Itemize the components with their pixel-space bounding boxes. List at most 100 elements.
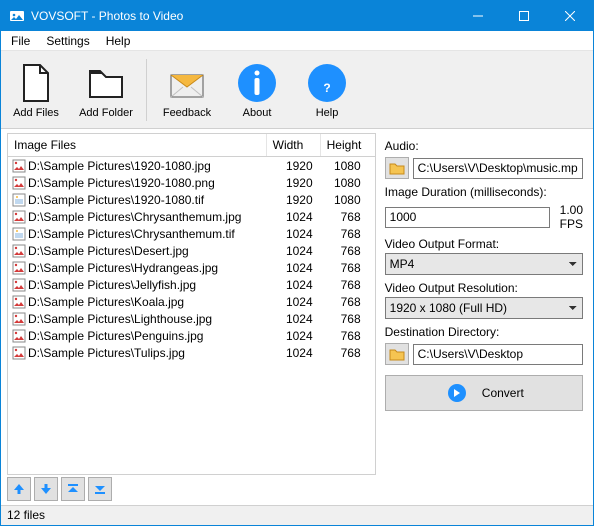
audio-label: Audio: — [385, 139, 583, 153]
duration-input[interactable] — [385, 207, 550, 228]
table-row[interactable]: D:\Sample Pictures\Tulips.jpg1024768 — [8, 344, 375, 361]
close-button[interactable] — [547, 1, 593, 31]
file-path: D:\Sample Pictures\Chrysanthemum.jpg — [28, 210, 277, 224]
image-file-icon — [12, 295, 26, 309]
destination-input[interactable] — [413, 344, 583, 365]
resolution-select[interactable]: 1920 x 1080 (Full HD) — [385, 297, 583, 319]
fps-label: 1.00 FPS — [560, 203, 583, 231]
table-row[interactable]: D:\Sample Pictures\Penguins.jpg1024768 — [8, 327, 375, 344]
file-width: 1920 — [277, 159, 325, 173]
folder-icon — [84, 61, 128, 105]
file-height: 768 — [325, 227, 371, 241]
menu-settings[interactable]: Settings — [38, 32, 97, 50]
feedback-button[interactable]: Feedback — [155, 55, 219, 125]
move-up-button[interactable] — [7, 477, 31, 501]
window-title: VOVSOFT - Photos to Video — [31, 9, 455, 23]
browse-audio-button[interactable] — [385, 157, 409, 179]
duration-label: Image Duration (milliseconds): — [385, 185, 583, 199]
menu-help[interactable]: Help — [98, 32, 139, 50]
table-row[interactable]: D:\Sample Pictures\1920-1080.jpg19201080 — [8, 157, 375, 174]
table-row[interactable]: D:\Sample Pictures\Lighthouse.jpg1024768 — [8, 310, 375, 327]
table-row[interactable]: D:\Sample Pictures\Jellyfish.jpg1024768 — [8, 276, 375, 293]
maximize-button[interactable] — [501, 1, 547, 31]
table-row[interactable]: D:\Sample Pictures\Chrysanthemum.tif1024… — [8, 225, 375, 242]
file-height: 768 — [325, 278, 371, 292]
file-list[interactable]: D:\Sample Pictures\1920-1080.jpg19201080… — [7, 157, 376, 475]
file-height: 768 — [325, 261, 371, 275]
file-width: 1920 — [277, 193, 325, 207]
file-width: 1024 — [277, 261, 325, 275]
add-folder-button[interactable]: Add Folder — [74, 55, 138, 125]
image-file-icon — [12, 193, 26, 207]
image-file-icon — [12, 244, 26, 258]
file-height: 768 — [325, 312, 371, 326]
table-row[interactable]: D:\Sample Pictures\Chrysanthemum.jpg1024… — [8, 208, 375, 225]
envelope-icon — [165, 61, 209, 105]
resolution-label: Video Output Resolution: — [385, 281, 583, 295]
table-row[interactable]: D:\Sample Pictures\Koala.jpg1024768 — [8, 293, 375, 310]
table-row[interactable]: D:\Sample Pictures\Hydrangeas.jpg1024768 — [8, 259, 375, 276]
image-file-icon — [12, 312, 26, 326]
file-width: 1024 — [277, 244, 325, 258]
statusbar: 12 files — [1, 505, 593, 525]
minimize-button[interactable] — [455, 1, 501, 31]
move-bottom-button[interactable] — [88, 477, 112, 501]
file-height: 1080 — [325, 176, 371, 190]
file-width: 1024 — [277, 210, 325, 224]
image-file-icon — [12, 227, 26, 241]
file-path: D:\Sample Pictures\Lighthouse.jpg — [28, 312, 277, 326]
convert-button[interactable]: Convert — [385, 375, 583, 411]
col-name[interactable]: Image Files — [8, 134, 267, 156]
move-top-button[interactable] — [61, 477, 85, 501]
file-width: 1024 — [277, 329, 325, 343]
col-width[interactable]: Width — [267, 134, 321, 156]
image-file-icon — [12, 210, 26, 224]
question-icon: ? — [305, 61, 349, 105]
toolbar: Add Files Add Folder Feedback About ? He — [1, 51, 593, 129]
list-header: Image Files Width Height — [7, 133, 376, 157]
image-file-icon — [12, 159, 26, 173]
image-file-icon — [12, 329, 26, 343]
file-width: 1024 — [277, 278, 325, 292]
app-window: VOVSOFT - Photos to Video File Settings … — [0, 0, 594, 526]
file-width: 1024 — [277, 312, 325, 326]
file-path: D:\Sample Pictures\Koala.jpg — [28, 295, 277, 309]
table-row[interactable]: D:\Sample Pictures\1920-1080.tif19201080 — [8, 191, 375, 208]
convert-label: Convert — [482, 386, 524, 400]
move-down-button[interactable] — [34, 477, 58, 501]
file-path: D:\Sample Pictures\Penguins.jpg — [28, 329, 277, 343]
table-row[interactable]: D:\Sample Pictures\1920-1080.png19201080 — [8, 174, 375, 191]
file-path: D:\Sample Pictures\1920-1080.jpg — [28, 159, 277, 173]
image-file-icon — [12, 176, 26, 190]
file-width: 1024 — [277, 346, 325, 360]
file-height: 1080 — [325, 159, 371, 173]
about-button[interactable]: About — [225, 55, 289, 125]
destination-label: Destination Directory: — [385, 325, 583, 339]
titlebar: VOVSOFT - Photos to Video — [1, 1, 593, 31]
file-width: 1024 — [277, 295, 325, 309]
file-width: 1024 — [277, 227, 325, 241]
list-toolbar — [7, 475, 376, 503]
menubar: File Settings Help — [1, 31, 593, 51]
add-files-button[interactable]: Add Files — [4, 55, 68, 125]
image-file-icon — [12, 278, 26, 292]
browse-destination-button[interactable] — [385, 343, 409, 365]
file-height: 768 — [325, 295, 371, 309]
format-select[interactable]: MP4 — [385, 253, 583, 275]
image-file-icon — [12, 261, 26, 275]
file-icon — [14, 61, 58, 105]
help-button[interactable]: ? Help — [295, 55, 359, 125]
audio-path-input[interactable] — [413, 158, 583, 179]
file-height: 1080 — [325, 193, 371, 207]
arrow-right-icon — [448, 384, 466, 402]
file-path: D:\Sample Pictures\Desert.jpg — [28, 244, 277, 258]
file-path: D:\Sample Pictures\1920-1080.png — [28, 176, 277, 190]
col-height[interactable]: Height — [321, 134, 375, 156]
file-path: D:\Sample Pictures\Hydrangeas.jpg — [28, 261, 277, 275]
menu-file[interactable]: File — [3, 32, 38, 50]
file-height: 768 — [325, 244, 371, 258]
file-height: 768 — [325, 346, 371, 360]
file-path: D:\Sample Pictures\Chrysanthemum.tif — [28, 227, 277, 241]
svg-text:?: ? — [323, 81, 330, 95]
table-row[interactable]: D:\Sample Pictures\Desert.jpg1024768 — [8, 242, 375, 259]
